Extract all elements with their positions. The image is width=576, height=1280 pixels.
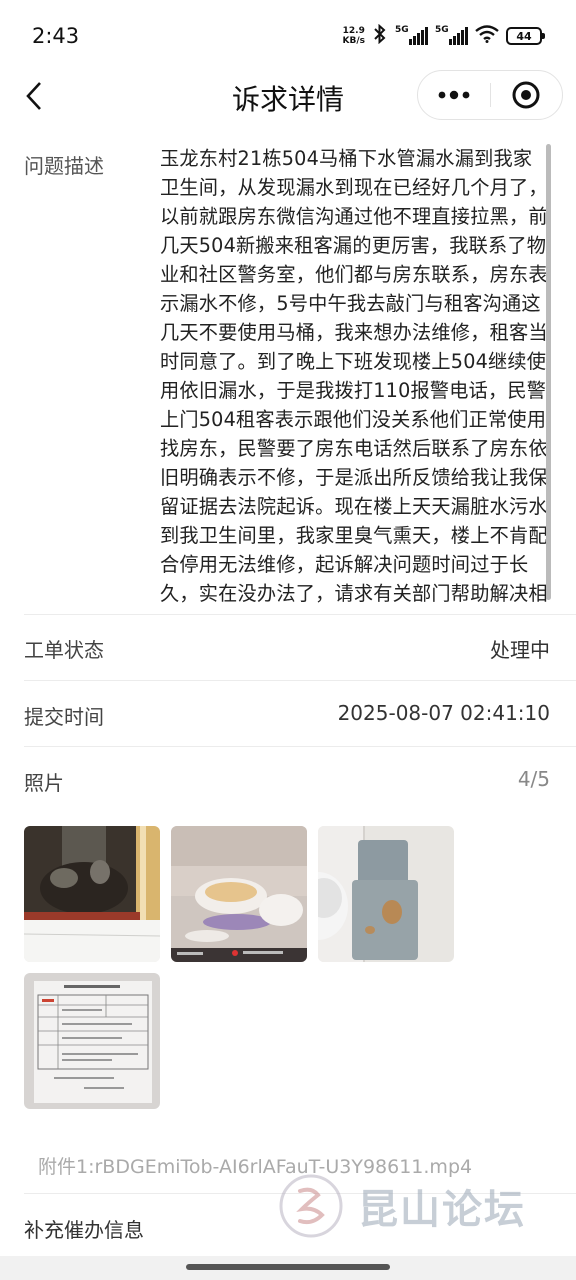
watermark-seal-icon [279, 1174, 343, 1238]
miniprogram-capsule [417, 70, 563, 120]
home-indicator-pill[interactable] [186, 1264, 390, 1270]
close-miniprogram-button[interactable] [491, 71, 563, 119]
wifi-icon [475, 25, 499, 47]
problem-description-text[interactable]: 玉龙东村21栋504马桶下水管漏水漏到我家卫生间，从发现漏水到现在已经好几个月了… [160, 144, 548, 606]
problem-description-label: 问题描述 [24, 154, 104, 178]
network-speed: 12.9 KB/s [343, 26, 365, 46]
signal-icon-sim2: 5G [435, 25, 468, 45]
submit-time-row: 提交时间 2025-08-07 02:41:10 [0, 681, 576, 747]
status-time: 2:43 [32, 24, 80, 48]
submit-time-value: 2025-08-07 02:41:10 [337, 701, 550, 725]
sim1-network-type: 5G [395, 25, 409, 35]
ticket-status-label: 工单状态 [24, 638, 104, 662]
gesture-bar [0, 1256, 576, 1280]
battery-icon: 44 [506, 27, 545, 45]
photos-row: 照片 4/5 [0, 747, 576, 813]
sim2-network-type: 5G [435, 25, 449, 35]
photo-thumbnail-2[interactable] [171, 826, 307, 962]
signal-icon-sim1: 5G [395, 25, 428, 45]
problem-description-row: 问题描述 玉龙东村21栋504马桶下水管漏水漏到我家卫生间，从发现漏水到现在已经… [0, 132, 576, 612]
ticket-status-value: 处理中 [490, 638, 550, 662]
bluetooth-icon [372, 23, 388, 48]
extra-followup-label: 补充催办信息 [24, 1218, 144, 1242]
target-close-icon [512, 81, 540, 109]
photos-count: 4/5 [517, 767, 550, 791]
photos-label: 照片 [24, 771, 64, 795]
status-icons: 12.9 KB/s 5G 5G 44 [343, 23, 545, 48]
watermark: 昆山论坛 [278, 1166, 568, 1246]
photo-thumbnail-4[interactable] [24, 973, 160, 1109]
watermark-text: 昆山论坛 [358, 1186, 526, 1233]
ticket-status-row: 工单状态 处理中 [0, 614, 576, 680]
more-button[interactable] [418, 71, 490, 119]
photo-thumbnail-3[interactable] [318, 826, 454, 962]
nav-bar: 诉求详情 [0, 70, 576, 120]
photo-thumbnail-1[interactable] [24, 826, 160, 962]
network-speed-unit: KB/s [342, 36, 365, 46]
more-dots-icon [438, 90, 470, 100]
status-bar: 2:43 12.9 KB/s 5G 5G 44 [0, 0, 576, 72]
submit-time-label: 提交时间 [24, 705, 104, 729]
network-speed-value: 12.9 [342, 26, 365, 36]
description-scrollbar[interactable] [546, 144, 551, 600]
battery-level: 44 [516, 29, 532, 43]
